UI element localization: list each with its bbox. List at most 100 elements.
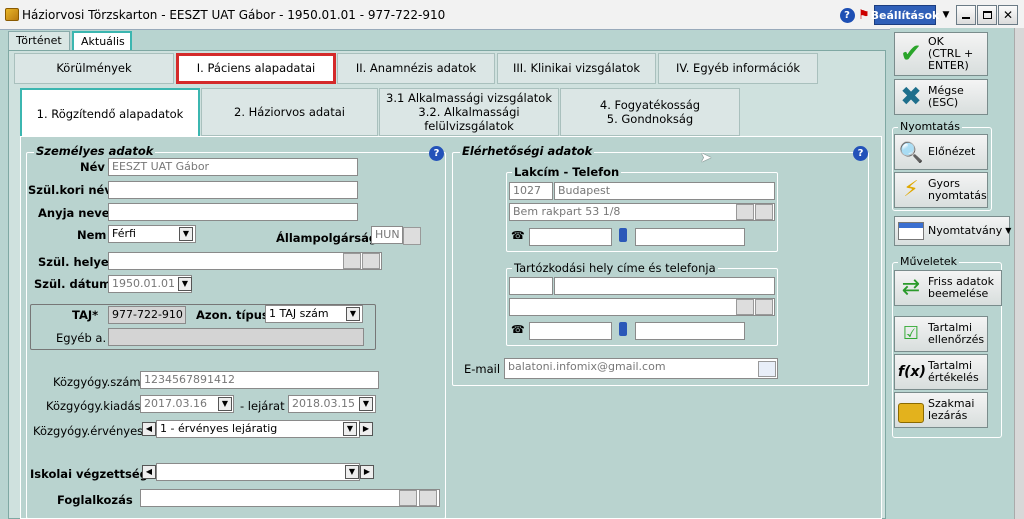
calendar-dropdown-icon[interactable]: ▼ bbox=[178, 277, 192, 291]
personal-help-icon[interactable]: ? bbox=[429, 146, 444, 161]
preview-label: Előnézet bbox=[928, 145, 976, 158]
vertical-scrollbar[interactable] bbox=[1014, 28, 1024, 519]
refresh-data-button[interactable]: ⇄ Friss adatok beemelése bbox=[894, 270, 1002, 306]
checklist-icon: ☑ bbox=[902, 323, 920, 344]
birthplace-label: Szül. helye bbox=[38, 255, 109, 269]
ok-button[interactable]: ✔ OK (CTRL + ENTER) bbox=[894, 32, 988, 76]
street-dropdown-icon[interactable] bbox=[736, 204, 754, 220]
citizenship-field[interactable]: HUN bbox=[371, 226, 403, 244]
professional-close-button[interactable]: Szakmai lezárás bbox=[894, 392, 988, 428]
prev-arrow-icon[interactable]: ◀ bbox=[142, 422, 156, 436]
calendar-dropdown-icon[interactable]: ▼ bbox=[359, 397, 373, 411]
email-field[interactable]: balatoni.infomix@gmail.com bbox=[504, 358, 778, 379]
temp-phone-field[interactable] bbox=[529, 322, 612, 340]
temp-street-edit-icon[interactable] bbox=[755, 299, 773, 315]
help-icon: ? bbox=[839, 7, 855, 23]
name-field[interactable]: EESZT UAT Gábor bbox=[108, 158, 358, 176]
phone-field[interactable] bbox=[529, 228, 612, 246]
kozgyogy-valid-label: Közgyógy.érvényes bbox=[33, 424, 144, 438]
kozgyogy-valid-select[interactable]: 1 - érvényes lejáratig bbox=[156, 420, 360, 438]
minimize-button[interactable] bbox=[956, 5, 976, 25]
contact-help-icon[interactable]: ? bbox=[853, 146, 868, 161]
tab-paciens-alapadatai[interactable]: I. Páciens alapadatai bbox=[176, 53, 336, 84]
occupation-field[interactable] bbox=[140, 489, 440, 507]
prev-arrow-icon[interactable]: ◀ bbox=[142, 465, 156, 479]
temp-zip-field[interactable] bbox=[509, 277, 553, 295]
expiry-label: - lejárat bbox=[240, 399, 285, 413]
quick-print-button[interactable]: ⚡ Gyors nyomtatás bbox=[894, 172, 988, 208]
gender-value: Férfi bbox=[112, 227, 136, 240]
tab-tortenet[interactable]: Történet bbox=[8, 31, 70, 51]
birthdate-label: Szül. dátum bbox=[34, 277, 112, 291]
settings-dropdown-icon[interactable]: ▼ bbox=[939, 5, 953, 25]
temp-address-title: Tartózkodási hely címe és telefonja bbox=[512, 261, 718, 275]
lock-icon bbox=[898, 403, 924, 423]
birthplace-lookup-icon[interactable] bbox=[362, 253, 380, 269]
tab-label: 3.2. Alkalmassági felülvizsgálatok bbox=[418, 105, 520, 133]
tab-alkalmassagi-vizsgalatok[interactable]: 3.1 Alkalmassági vizsgálatok 3.2. Alkalma… bbox=[379, 88, 559, 136]
birthplace-edit-icon[interactable] bbox=[343, 253, 361, 269]
education-select[interactable] bbox=[156, 463, 360, 481]
tab-klinikai-vizsgalatok[interactable]: III. Klinikai vizsgálatok bbox=[497, 53, 656, 84]
kozgyogy-number-label: Közgyógy.szám bbox=[53, 375, 141, 389]
settings-button[interactable]: Beállítások bbox=[871, 5, 939, 25]
birthname-field[interactable] bbox=[108, 181, 358, 199]
close-record-label: Szakmai lezárás bbox=[928, 397, 975, 422]
birthplace-field[interactable] bbox=[108, 252, 382, 270]
temp-street-dropdown-icon[interactable] bbox=[736, 299, 754, 315]
temp-mobile-field[interactable] bbox=[635, 322, 745, 340]
citizenship-lookup-icon[interactable] bbox=[403, 227, 421, 245]
chevron-down-icon[interactable]: ▼ bbox=[343, 422, 357, 436]
minimize-icon bbox=[962, 17, 970, 19]
tab-egyeb-informaciok[interactable]: IV. Egyéb információk bbox=[658, 53, 818, 84]
cancel-button[interactable]: ✖ Mégse (ESC) bbox=[894, 79, 988, 115]
mother-name-label: Anyja neve bbox=[38, 206, 110, 220]
chevron-down-icon[interactable]: ▼ bbox=[179, 227, 193, 241]
lightning-printer-icon: ⚡ bbox=[903, 177, 919, 202]
refresh-label: Friss adatok beemelése bbox=[928, 275, 994, 300]
help-button[interactable]: ? bbox=[838, 5, 856, 25]
occupation-label: Foglalkozás bbox=[57, 493, 133, 507]
email-send-icon[interactable] bbox=[758, 361, 776, 377]
other-id-field[interactable] bbox=[108, 328, 364, 346]
tab-aktualis[interactable]: Aktuális bbox=[72, 31, 132, 51]
occupation-lookup-icon[interactable] bbox=[419, 490, 437, 506]
tab-label: 2. Háziorvos adatai bbox=[234, 105, 345, 119]
content-check-label: Tartalmi ellenőrzés bbox=[928, 321, 985, 346]
content-eval-button[interactable]: f(x) Tartalmi értékelés bbox=[894, 354, 988, 390]
next-arrow-icon[interactable]: ▶ bbox=[359, 422, 373, 436]
content-check-button[interactable]: ☑ Tartalmi ellenőrzés bbox=[894, 316, 988, 352]
forms-button[interactable]: Nyomtatvány ▼ bbox=[894, 216, 1011, 246]
tab-anamnezis[interactable]: II. Anamnézis adatok bbox=[337, 53, 495, 84]
tab-haziorvos-adatai[interactable]: 2. Háziorvos adatai bbox=[201, 88, 378, 136]
street-edit-icon[interactable] bbox=[755, 204, 773, 220]
quick-print-label: Gyors nyomtatás bbox=[928, 177, 987, 202]
zip-field[interactable]: 1027 bbox=[509, 182, 553, 200]
occupation-edit-icon[interactable] bbox=[399, 490, 417, 506]
kozgyogy-number-field[interactable]: 1234567891412 bbox=[140, 371, 379, 389]
close-button[interactable]: ✕ bbox=[998, 5, 1018, 25]
restore-button[interactable] bbox=[977, 5, 997, 25]
refresh-arrows-icon: ⇄ bbox=[901, 275, 921, 300]
function-icon: f(x) bbox=[898, 364, 926, 380]
tab-korulmenyek[interactable]: Körülmények bbox=[14, 53, 174, 84]
taj-field[interactable]: 977-722-910 bbox=[108, 306, 186, 324]
mobile-field[interactable] bbox=[635, 228, 745, 246]
next-arrow-icon[interactable]: ▶ bbox=[360, 465, 374, 479]
magnifier-icon: 🔍 bbox=[898, 140, 924, 164]
pin-icon[interactable]: ⚑ bbox=[856, 5, 872, 25]
mother-name-field[interactable] bbox=[108, 203, 358, 221]
calendar-dropdown-icon[interactable]: ▼ bbox=[218, 397, 232, 411]
preview-button[interactable]: 🔍 Előnézet bbox=[894, 134, 988, 170]
x-icon: ✖ bbox=[900, 82, 922, 112]
restore-icon bbox=[982, 11, 992, 19]
id-type-value: 1 TAJ szám bbox=[269, 307, 329, 320]
tab-rogzitendo-alapadatok[interactable]: 1. Rögzítendő alapadatok bbox=[20, 88, 200, 137]
temp-city-field[interactable] bbox=[554, 277, 775, 295]
kozgyogy-valid-value: 1 - érvényes lejáratig bbox=[160, 422, 278, 435]
taj-label: TAJ* bbox=[72, 308, 99, 322]
city-field[interactable]: Budapest bbox=[554, 182, 775, 200]
chevron-down-icon[interactable]: ▼ bbox=[345, 465, 359, 479]
chevron-down-icon[interactable]: ▼ bbox=[346, 307, 360, 321]
tab-fogyatekossag-gondnoksag[interactable]: 4. Fogyatékosság 5. Gondnokság bbox=[560, 88, 740, 136]
